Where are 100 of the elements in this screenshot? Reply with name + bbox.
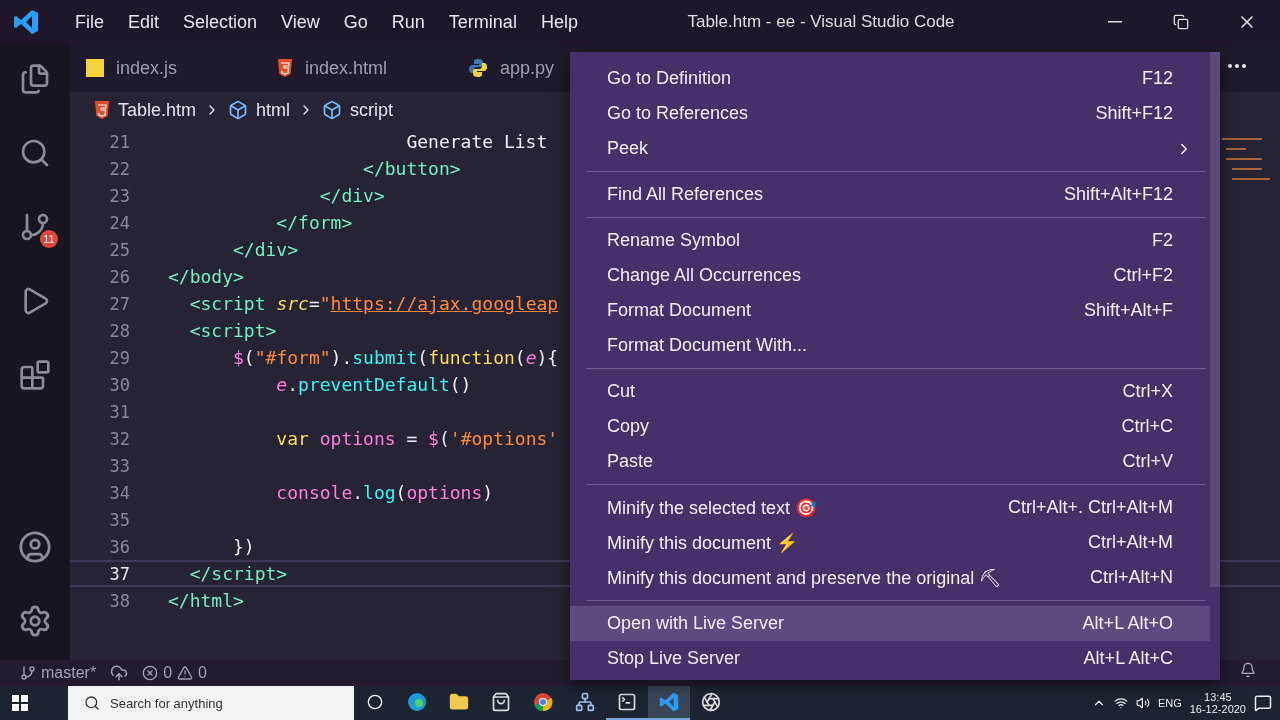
code-line: </button> bbox=[362, 158, 461, 179]
context-menu-item[interactable]: Find All References Shift+Alt+F12 bbox=[570, 177, 1210, 212]
browser-icon bbox=[407, 692, 427, 712]
line-number: 21 bbox=[108, 131, 130, 152]
menu-item[interactable]: Help bbox=[528, 11, 590, 33]
search-icon bbox=[84, 695, 100, 711]
context-menu-item[interactable]: Open with Live Server Alt+L Alt+O bbox=[570, 606, 1210, 641]
code-line: console.log(options) bbox=[275, 482, 494, 503]
menu-item[interactable]: Edit bbox=[116, 11, 172, 33]
user-icon bbox=[18, 530, 52, 564]
context-menu-item[interactable]: Peek bbox=[570, 131, 1210, 166]
aperture-icon bbox=[701, 692, 721, 712]
line-number: 26 bbox=[108, 266, 130, 287]
minimap bbox=[1222, 138, 1270, 182]
context-menu-item[interactable]: Stop Live Server Alt+L Alt+C bbox=[570, 641, 1210, 676]
wifi-icon[interactable] bbox=[1113, 696, 1128, 710]
code-line: </form> bbox=[275, 212, 353, 233]
python-file-icon bbox=[468, 58, 488, 78]
search-icon bbox=[19, 137, 51, 169]
code-line: <script src="https://ajax.googleap bbox=[188, 293, 559, 314]
line-number: 29 bbox=[108, 347, 130, 368]
notification-badge: 11 bbox=[40, 230, 58, 248]
app-logo bbox=[13, 9, 39, 35]
code-line: </body> bbox=[168, 266, 244, 287]
error-icon bbox=[142, 665, 159, 681]
volume-icon[interactable] bbox=[1135, 696, 1150, 710]
clock-time[interactable]: 13:45 bbox=[1204, 691, 1232, 703]
taskbar-search-field[interactable]: Search for anything bbox=[68, 686, 354, 720]
start-icon[interactable] bbox=[12, 695, 28, 711]
context-menu-item[interactable]: Minify this document ⚡ Ctrl+Alt+M bbox=[570, 525, 1210, 560]
editor-tab[interactable]: index.html bbox=[261, 44, 452, 92]
code-line: <script> bbox=[188, 320, 277, 341]
line-number: 24 bbox=[108, 212, 130, 233]
line-number: 23 bbox=[108, 185, 130, 206]
context-menu-item[interactable]: Paste Ctrl+V bbox=[570, 444, 1210, 479]
vscode-button[interactable] bbox=[648, 686, 690, 720]
menu-item[interactable]: File bbox=[63, 11, 116, 33]
line-number: 28 bbox=[108, 320, 130, 341]
context-menu-item[interactable]: Format Document Shift+Alt+F bbox=[570, 293, 1210, 328]
code-line: }) bbox=[232, 536, 255, 557]
vscode-icon bbox=[659, 692, 679, 712]
publish-icon[interactable] bbox=[110, 664, 129, 682]
line-number: 22 bbox=[108, 158, 130, 179]
line-number: 34 bbox=[108, 482, 130, 503]
ellipsis-icon bbox=[1228, 64, 1246, 68]
code-line: e.preventDefault() bbox=[275, 374, 472, 395]
code-line: </script> bbox=[188, 563, 288, 584]
cube-icon bbox=[228, 100, 249, 120]
js-file-icon bbox=[86, 59, 104, 77]
context-menu-item[interactable]: Cut Ctrl+X bbox=[570, 374, 1210, 409]
notification-icon[interactable] bbox=[1254, 694, 1272, 712]
html-file-icon bbox=[94, 101, 110, 119]
menu-item[interactable]: Terminal bbox=[436, 11, 529, 33]
context-menu-item[interactable]: Copy Ctrl+C bbox=[570, 409, 1210, 444]
line-number: 31 bbox=[108, 401, 130, 422]
code-line: $("#form").submit(function(e){ bbox=[232, 347, 559, 368]
line-number: 27 bbox=[108, 293, 130, 314]
menu-item[interactable]: Selection bbox=[171, 11, 270, 33]
folder-icon bbox=[449, 692, 469, 712]
menu-item[interactable]: Go bbox=[331, 11, 380, 33]
line-number: 33 bbox=[108, 455, 130, 476]
circle-icon bbox=[367, 694, 383, 710]
source-control-button[interactable]: 11 bbox=[10, 202, 60, 252]
language-indicator[interactable]: ENG bbox=[1157, 697, 1182, 709]
restore-icon bbox=[1173, 14, 1189, 30]
problems-indicator[interactable]: 0 0 bbox=[142, 664, 207, 682]
files-icon bbox=[19, 63, 51, 95]
breadcrumb-item[interactable]: script bbox=[350, 99, 394, 121]
line-number: 38 bbox=[108, 590, 130, 611]
window-title: Table.htm - ee - Visual Studio Code bbox=[686, 12, 956, 32]
branch-indicator[interactable]: master* bbox=[20, 664, 97, 682]
line-number: 32 bbox=[108, 428, 130, 449]
line-number: 25 bbox=[108, 239, 130, 260]
minimize-icon bbox=[1108, 21, 1122, 23]
clock-date[interactable]: 16-12-2020 bbox=[1189, 703, 1246, 715]
menu-scrollbar[interactable] bbox=[1210, 52, 1220, 587]
editor-tab[interactable]: index.js bbox=[70, 44, 261, 92]
code-line: var options = $('#options' bbox=[275, 428, 559, 449]
warning-icon bbox=[177, 665, 194, 681]
notifications-bell-icon[interactable] bbox=[1240, 662, 1256, 678]
cube-icon bbox=[322, 100, 343, 120]
code-line: </div> bbox=[318, 185, 385, 206]
settings-icon bbox=[18, 604, 52, 638]
context-menu-item[interactable]: Rename Symbol F2 bbox=[570, 223, 1210, 258]
context-menu-item[interactable]: Format Document With... bbox=[570, 328, 1210, 363]
context-menu-item[interactable]: Minify this document and preserve the original ⛏ Ctrl+Alt+N bbox=[570, 560, 1210, 595]
line-number: 36 bbox=[108, 536, 130, 557]
context-menu-item[interactable]: Go to References Shift+F12 bbox=[570, 96, 1210, 131]
context-menu-item[interactable]: Minify the selected text 🎯 Ctrl+Alt+. Ctrl+Alt+M bbox=[570, 490, 1210, 525]
blocks-icon bbox=[19, 359, 51, 391]
breadcrumb-item[interactable]: html bbox=[256, 99, 291, 121]
code-line: </div> bbox=[232, 239, 299, 260]
html-file-icon bbox=[277, 59, 293, 77]
breadcrumb-item[interactable]: Table.htm bbox=[118, 99, 197, 121]
shopping-bag-icon bbox=[491, 692, 511, 712]
menu-item[interactable]: View bbox=[269, 11, 332, 33]
menu-item[interactable]: Run bbox=[379, 11, 437, 33]
branch-icon bbox=[20, 665, 36, 681]
context-menu-item[interactable]: Go to Definition F12 bbox=[570, 61, 1210, 96]
context-menu-item[interactable]: Change All Occurrences Ctrl+F2 bbox=[570, 258, 1210, 293]
